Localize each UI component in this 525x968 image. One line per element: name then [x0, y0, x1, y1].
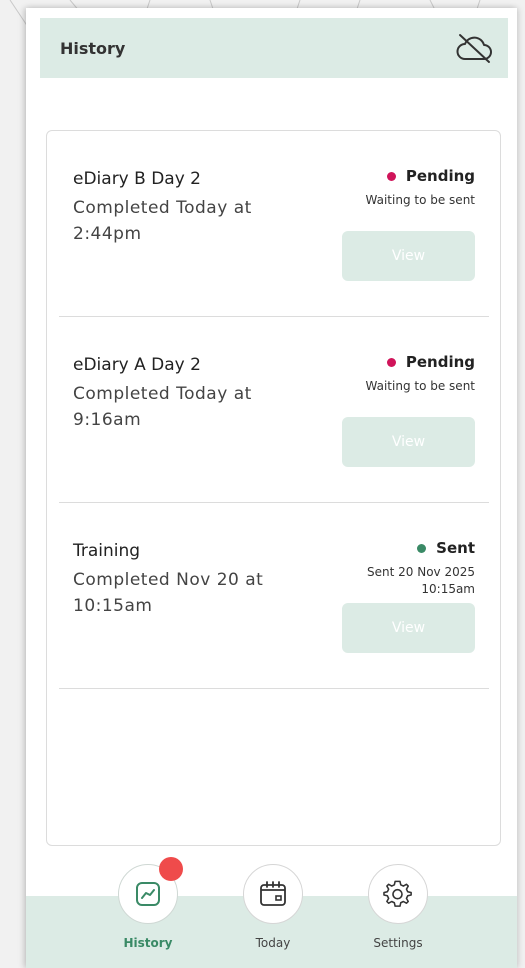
nav-settings-button[interactable]: [368, 864, 428, 924]
view-button[interactable]: View: [342, 231, 475, 281]
gear-icon: [383, 880, 412, 907]
app-screen: History eDiary B Day 2 Completed Today a…: [26, 8, 517, 968]
history-entry: eDiary A Day 2 Completed Today at 9:16am…: [59, 317, 489, 503]
view-button[interactable]: View: [342, 603, 475, 653]
calendar-icon: [260, 881, 286, 906]
cloud-off-icon: [456, 34, 492, 63]
status-detail: Sent 20 Nov 2025 10:15am: [367, 565, 475, 596]
status-label: Pending: [405, 167, 475, 185]
history-entry: eDiary B Day 2 Completed Today at 2:44pm…: [59, 131, 489, 317]
status-badge: Sent: [417, 539, 475, 557]
history-entry: Training Completed Nov 20 at 10:15am Sen…: [59, 503, 489, 689]
header-bar: History: [40, 18, 508, 78]
entry-completed-text: Completed Nov 20 at 10:15am: [73, 570, 264, 616]
nav-history-button[interactable]: [118, 857, 183, 924]
cloud-sync-button[interactable]: [454, 28, 494, 68]
entry-completed-text: Completed Today at 2:44pm: [73, 198, 252, 244]
notification-badge: [159, 857, 183, 881]
status-label: Pending: [405, 353, 475, 371]
nav-label-today: Today: [255, 936, 291, 950]
status-badge: Pending: [386, 353, 475, 371]
status-badge: Pending: [386, 167, 475, 185]
nav-item-today[interactable]: Today: [241, 864, 305, 950]
nav-today-button[interactable]: [243, 864, 303, 924]
status-detail: Waiting to be sent: [365, 193, 475, 207]
status-dot: [386, 357, 396, 367]
nav-label-settings: Settings: [373, 936, 423, 950]
status-label: Sent: [436, 539, 475, 557]
history-list: eDiary B Day 2 Completed Today at 2:44pm…: [46, 130, 501, 846]
entry-title: Training: [73, 541, 141, 561]
status-dot: [417, 543, 427, 553]
chart-icon: [136, 882, 160, 906]
nav-item-history[interactable]: History: [116, 857, 183, 950]
entry-title: eDiary A Day 2: [73, 355, 201, 375]
status-dot: [386, 171, 396, 181]
bottom-nav: History Today Settings: [26, 857, 517, 968]
view-button[interactable]: View: [342, 417, 475, 467]
entry-title: eDiary B Day 2: [73, 169, 201, 189]
entry-completed-text: Completed Today at 9:16am: [73, 384, 252, 430]
nav-label-history: History: [123, 936, 173, 950]
status-detail: Waiting to be sent: [365, 379, 475, 393]
page-title: History: [60, 38, 126, 58]
nav-item-settings[interactable]: Settings: [366, 864, 430, 950]
